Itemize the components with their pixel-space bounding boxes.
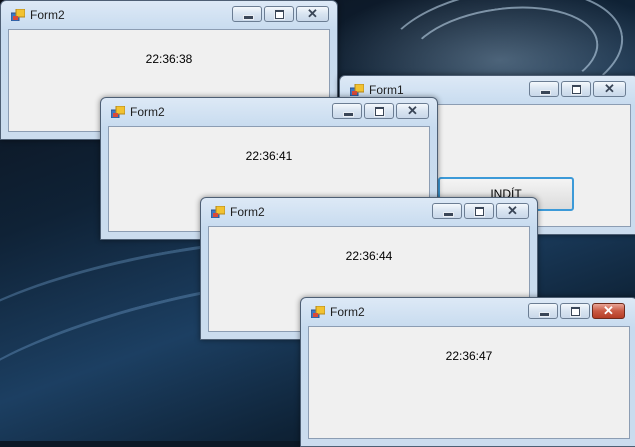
minimize-icon xyxy=(343,112,354,117)
maximize-icon xyxy=(275,10,284,19)
minimize-icon xyxy=(243,15,254,20)
title-bar[interactable]: Form2 ✕ xyxy=(1,1,337,29)
minimize-button[interactable] xyxy=(232,6,262,22)
maximize-button[interactable] xyxy=(264,6,294,22)
maximize-icon xyxy=(375,107,384,116)
caption-buttons: ✕ xyxy=(528,303,625,319)
title-bar[interactable]: Form2 ✕ xyxy=(301,298,635,326)
title-bar[interactable]: Form2 ✕ xyxy=(201,198,537,226)
maximize-button[interactable] xyxy=(560,303,590,319)
close-icon: ✕ xyxy=(507,203,518,218)
time-label: 22:36:44 xyxy=(345,249,393,263)
form-app-icon xyxy=(311,306,325,318)
window-title: Form2 xyxy=(130,105,165,119)
close-button[interactable]: ✕ xyxy=(496,203,529,219)
form2-window-active[interactable]: Form2 ✕ 22:36:47 xyxy=(300,297,635,447)
window-title: Form2 xyxy=(330,305,365,319)
minimize-icon xyxy=(539,312,550,317)
window-title: Form2 xyxy=(230,205,265,219)
form-app-icon xyxy=(350,84,364,96)
caption-buttons: ✕ xyxy=(232,6,329,22)
close-icon: ✕ xyxy=(307,6,318,21)
caption-buttons: ✕ xyxy=(332,103,429,119)
close-icon: ✕ xyxy=(407,103,418,118)
close-button[interactable]: ✕ xyxy=(592,303,625,319)
caption-buttons: ✕ xyxy=(529,81,626,97)
form-app-icon xyxy=(11,9,25,21)
maximize-icon xyxy=(571,307,580,316)
form-app-icon xyxy=(111,106,125,118)
maximize-button[interactable] xyxy=(561,81,591,97)
maximize-button[interactable] xyxy=(364,103,394,119)
time-label: 22:36:41 xyxy=(245,149,293,163)
form-client-area: 22:36:47 xyxy=(308,326,630,439)
close-icon: ✕ xyxy=(603,303,614,318)
window-title: Form1 xyxy=(369,83,404,97)
close-button[interactable]: ✕ xyxy=(296,6,329,22)
caption-buttons: ✕ xyxy=(432,203,529,219)
time-label: 22:36:38 xyxy=(145,52,193,66)
form-app-icon xyxy=(211,206,225,218)
close-icon: ✕ xyxy=(604,81,615,96)
minimize-button[interactable] xyxy=(529,81,559,97)
minimize-button[interactable] xyxy=(332,103,362,119)
minimize-icon xyxy=(540,90,551,95)
maximize-icon xyxy=(572,85,581,94)
window-title: Form2 xyxy=(30,8,65,22)
close-button[interactable]: ✕ xyxy=(396,103,429,119)
minimize-button[interactable] xyxy=(528,303,558,319)
maximize-icon xyxy=(475,207,484,216)
maximize-button[interactable] xyxy=(464,203,494,219)
minimize-icon xyxy=(443,212,454,217)
close-button[interactable]: ✕ xyxy=(593,81,626,97)
time-label: 22:36:47 xyxy=(445,349,493,363)
minimize-button[interactable] xyxy=(432,203,462,219)
title-bar[interactable]: Form2 ✕ xyxy=(101,98,437,126)
